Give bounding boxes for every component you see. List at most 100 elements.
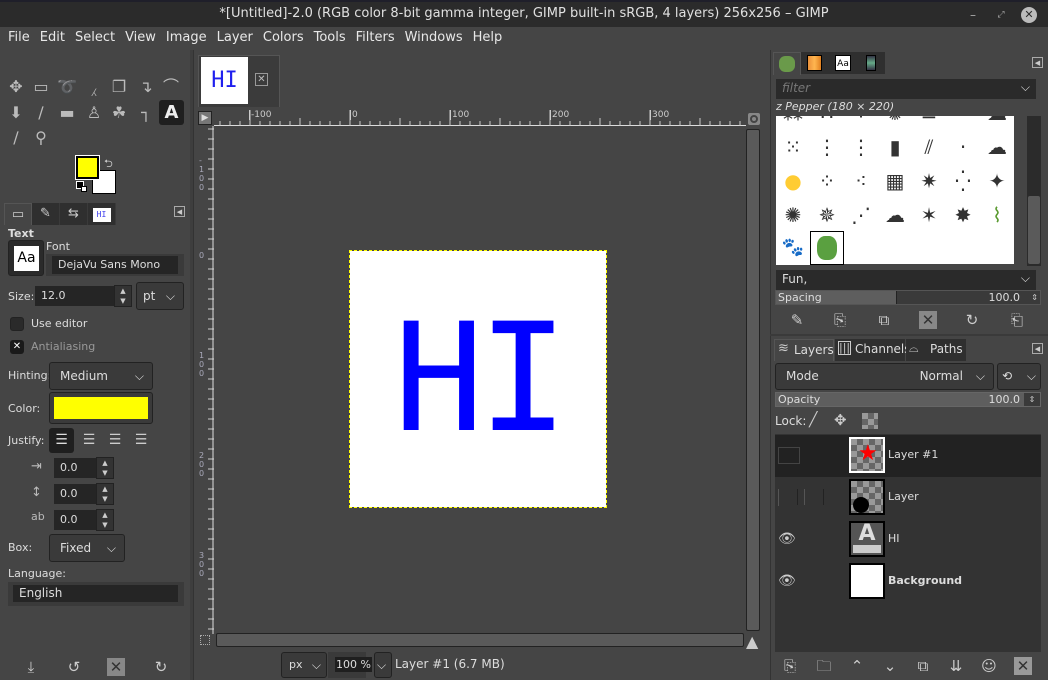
tab-gradients[interactable]: [801, 52, 829, 74]
menu-select[interactable]: Select: [70, 27, 120, 50]
brush-item[interactable]: ⁛: [946, 164, 980, 198]
foreground-color-swatch[interactable]: [75, 155, 100, 180]
justify-left-button[interactable]: ☰: [49, 428, 74, 453]
brush-item[interactable]: ▮: [878, 130, 912, 164]
menu-filters[interactable]: Filters: [351, 27, 400, 50]
transform-tool-icon[interactable]: ↴: [135, 76, 157, 98]
font-field[interactable]: DejaVu Sans Mono: [52, 256, 178, 274]
box-dropdown[interactable]: Fixed ⌵: [49, 534, 125, 562]
close-image-icon[interactable]: ✕: [255, 73, 268, 86]
brush-item[interactable]: ⋮: [810, 130, 844, 164]
brush-item[interactable]: ✵: [810, 198, 844, 232]
menu-tools[interactable]: Tools: [309, 27, 351, 50]
zoom-field[interactable]: 100 %: [335, 657, 372, 672]
minimize-icon[interactable]: –: [965, 7, 981, 23]
bucket-fill-tool-icon[interactable]: ⬇: [5, 102, 27, 124]
image-tab-thumbnail[interactable]: HI: [201, 57, 248, 104]
clone-tool-icon[interactable]: ♙: [83, 102, 105, 124]
eye-icon[interactable]: 👁: [778, 531, 796, 547]
brush-tag-field[interactable]: Fun, ⌵: [776, 270, 1036, 290]
tab-device-status[interactable]: ✎: [32, 203, 60, 225]
edit-brush-icon[interactable]: ✎: [786, 309, 808, 331]
layer-name[interactable]: Layer #1: [888, 448, 938, 461]
menu-edit[interactable]: Edit: [35, 27, 70, 50]
brush-pepper[interactable]: [810, 231, 844, 265]
size-field[interactable]: 12.0: [35, 286, 115, 306]
move-tool-icon[interactable]: ✥: [5, 76, 27, 98]
size-spinner[interactable]: ▲ ▼: [114, 285, 132, 307]
unit-dropdown[interactable]: px ⌵: [281, 652, 327, 678]
lock-position-icon[interactable]: ✥: [834, 411, 847, 429]
brush-item[interactable]: ⁙: [776, 130, 810, 164]
line-spacing-spinner[interactable]: ▲ ▼: [96, 483, 114, 505]
brush-item[interactable]: ⋮: [844, 130, 878, 164]
toggle-quick-mask-icon[interactable]: [200, 635, 210, 645]
merge-layer-icon[interactable]: ⇊: [945, 655, 967, 677]
visibility-toggle[interactable]: [778, 447, 800, 464]
menu-view[interactable]: View: [120, 27, 161, 50]
brush-item[interactable]: ·: [946, 130, 980, 164]
brush-scrollbar[interactable]: [1027, 116, 1041, 266]
tab-patterns[interactable]: [857, 52, 885, 74]
brush-item[interactable]: ☁: [980, 130, 1014, 164]
tab-tool-options[interactable]: ▭: [4, 203, 32, 225]
menu-file[interactable]: File: [3, 27, 35, 50]
tab-images[interactable]: HI: [88, 203, 116, 225]
new-brush-icon[interactable]: ⎘: [829, 309, 851, 331]
image-canvas[interactable]: HI: [349, 250, 607, 508]
dock-menu-icon[interactable]: ◀: [1032, 343, 1043, 354]
tab-brushes[interactable]: [773, 52, 801, 75]
zoom-dropdown[interactable]: ⌵: [374, 652, 392, 678]
free-select-tool-icon[interactable]: ➰: [56, 76, 78, 98]
brush-item[interactable]: ✺: [878, 116, 912, 130]
opacity-slider[interactable]: Opacity 100.0 ⇕: [775, 392, 1041, 407]
layer-mode-dropdown[interactable]: Mode Normal ⌵: [775, 363, 994, 390]
brush-item[interactable]: ✦: [980, 164, 1014, 198]
brush-item[interactable]: ⁘: [844, 116, 878, 130]
brush-item[interactable]: ✸: [946, 198, 980, 232]
smudge-tool-icon[interactable]: ☘: [108, 102, 130, 124]
open-brush-folder-icon[interactable]: ⎗: [1006, 309, 1028, 331]
opacity-spinner[interactable]: ⇕: [1024, 393, 1040, 406]
font-preview-button[interactable]: Aa: [8, 240, 44, 276]
zoom-tool-icon[interactable]: ⚲: [30, 127, 52, 149]
menu-image[interactable]: Image: [161, 27, 212, 50]
delete-brush-icon[interactable]: ✕: [919, 311, 937, 329]
brush-item[interactable]: ⁂: [776, 116, 810, 130]
menu-layer[interactable]: Layer: [212, 27, 258, 50]
default-colors-icon-bg[interactable]: [81, 186, 87, 192]
layer-mask-icon[interactable]: ☺: [978, 655, 1000, 677]
antialiasing-checkbox[interactable]: ✕: [10, 340, 24, 354]
duplicate-brush-icon[interactable]: ⧉: [873, 309, 895, 331]
crop-tool-icon[interactable]: ❐: [108, 76, 130, 98]
vertical-scrollbar[interactable]: [746, 129, 760, 631]
brush-item[interactable]: ☁: [980, 116, 1014, 130]
tab-fonts[interactable]: Aa: [829, 52, 857, 74]
new-layer-icon[interactable]: ⎘: [779, 655, 801, 677]
dock-menu-icon[interactable]: ◀: [174, 206, 185, 217]
composite-mode-dropdown[interactable]: ⟲ ⌵: [997, 363, 1041, 390]
indent-spinner[interactable]: ▲ ▼: [96, 457, 114, 479]
zoom-image-when-window-size-changes-icon[interactable]: [748, 113, 760, 125]
letter-spacing-spinner[interactable]: ▲ ▼: [96, 509, 114, 531]
canvas-text-layer[interactable]: HI: [350, 251, 606, 507]
layer-row[interactable]: 👁 Background: [775, 561, 1041, 603]
brush-item[interactable]: ·: [946, 116, 980, 130]
brush-item[interactable]: ⁖: [844, 164, 878, 198]
raise-layer-icon[interactable]: ⌃: [846, 655, 868, 677]
tab-channels[interactable]: ||| Channels: [835, 339, 911, 361]
justify-fill-button[interactable]: ☰: [130, 428, 152, 453]
spacing-spinner[interactable]: ⇕: [1031, 291, 1038, 304]
tab-paths[interactable]: ⌓ Paths: [906, 339, 966, 361]
horizontal-scrollbar[interactable]: [216, 633, 744, 647]
swap-colors-icon[interactable]: ⮌: [104, 155, 113, 174]
justify-right-button[interactable]: ☰: [78, 428, 100, 453]
brush-item[interactable]: ●: [776, 164, 810, 198]
layer-name[interactable]: Layer: [888, 490, 919, 503]
line-spacing-field[interactable]: 0.0: [54, 484, 96, 504]
maximize-icon[interactable]: ⤢: [993, 7, 1009, 23]
brush-item[interactable]: ✺: [776, 198, 810, 232]
menu-help[interactable]: Help: [468, 27, 508, 50]
indent-field[interactable]: 0.0: [54, 458, 96, 478]
layer-name[interactable]: Background: [888, 574, 962, 587]
